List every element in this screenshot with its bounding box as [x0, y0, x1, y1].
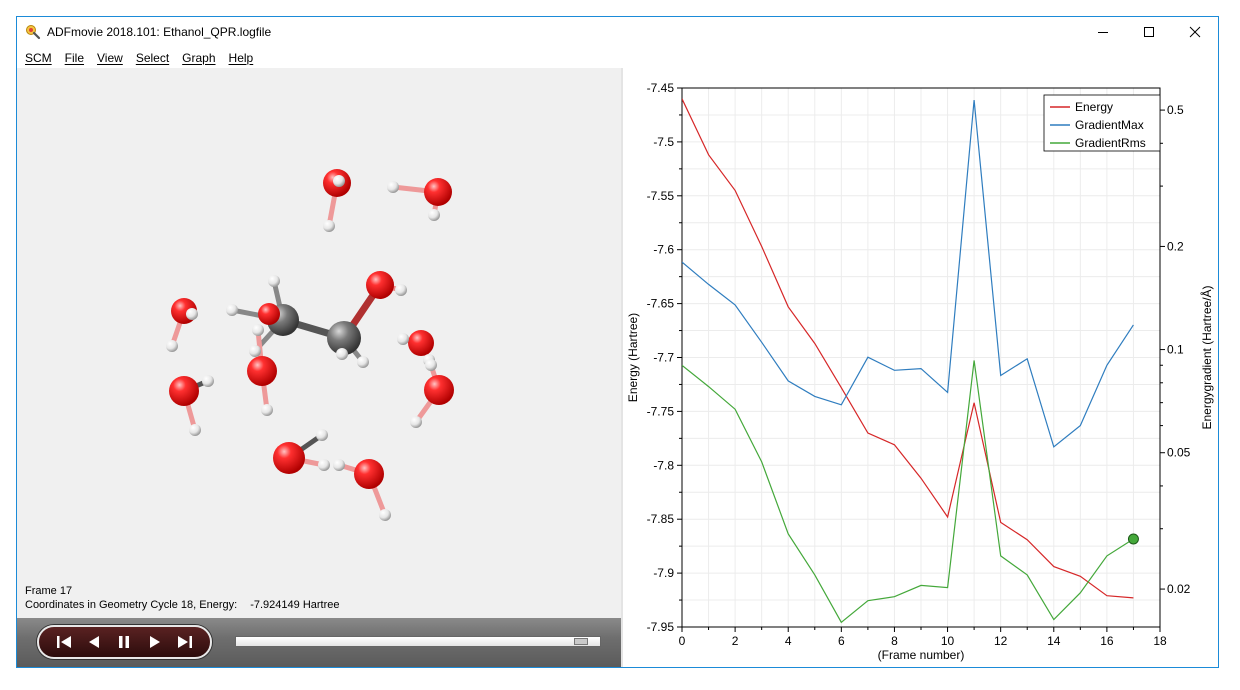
x-tick-label: 12 — [994, 634, 1008, 648]
menu-scm[interactable]: SCM — [25, 51, 52, 65]
menu-select[interactable]: Select — [136, 51, 169, 65]
step-back-button[interactable] — [83, 631, 105, 653]
minimize-icon — [1098, 32, 1108, 33]
y-right-tick-label: 0.2 — [1167, 239, 1184, 253]
frame-label: Frame 17 — [25, 585, 73, 597]
molecule-3d-view[interactable] — [17, 68, 621, 618]
y-left-tick-label: -7.95 — [647, 620, 675, 634]
menu-help[interactable]: Help — [229, 51, 254, 65]
energy-value: -7.924149 Hartree — [250, 599, 340, 611]
y-left-tick-label: -7.9 — [653, 566, 674, 580]
y-right-tick-label: 0.05 — [1167, 446, 1191, 460]
coordinates-info: Coordinates in Geometry Cycle 18, Energy… — [25, 599, 340, 611]
step-forward-button[interactable] — [144, 631, 166, 653]
first-frame-button[interactable] — [53, 631, 75, 653]
energy-gradient-chart[interactable]: 0 2 4 6 8 10 12 14 16 18 -7.45 -7.5 -7.55 -7.6 -7.65 -7… — [623, 68, 1219, 668]
x-axis-label: (Frame number) — [878, 648, 965, 662]
energy-gradient-graph[interactable]: 0 2 4 6 8 10 12 14 16 18 -7.45 -7.5 -7.55 -7.6 -7.65 -7… — [623, 68, 1219, 668]
x-tick-label: 0 — [679, 634, 686, 648]
x-tick-label: 10 — [941, 634, 955, 648]
x-tick-label: 14 — [1047, 634, 1061, 648]
pause-button[interactable] — [113, 631, 135, 653]
molecule-viewer[interactable]: Frame 17 Coordinates in Geometry Cycle 1… — [17, 68, 621, 618]
y-right-tick-label: 0.02 — [1167, 582, 1191, 596]
y-left-tick-label: -7.6 — [653, 243, 674, 257]
y-left-tick-label: -7.65 — [647, 297, 675, 311]
step-forward-icon — [149, 636, 160, 648]
y-right-tick-label: 0.5 — [1167, 103, 1184, 117]
first-frame-icon — [57, 636, 72, 648]
molecule-bonds — [169, 180, 442, 518]
legend-label: GradientMax — [1075, 118, 1144, 132]
playback-bar — [17, 618, 621, 667]
grid-lines — [681, 87, 1161, 628]
app-window: ADFmovie 2018.101: Ethanol_QPR.logfile S… — [16, 16, 1219, 668]
current-frame-marker — [1127, 533, 1139, 545]
y-left-tick-label: -7.75 — [647, 404, 675, 418]
menu-file[interactable]: File — [65, 51, 84, 65]
x-tick-label: 4 — [785, 634, 792, 648]
legend-label: GradientRms — [1075, 136, 1146, 150]
maximize-icon — [1144, 27, 1154, 37]
close-icon — [1189, 26, 1201, 38]
frame-slider-handle[interactable] — [574, 638, 588, 645]
menu-bar: SCM File View Select Graph Help — [17, 47, 1218, 68]
step-back-icon — [89, 636, 100, 648]
menu-graph[interactable]: Graph — [182, 51, 215, 65]
menu-view[interactable]: View — [97, 51, 123, 65]
title-bar[interactable]: ADFmovie 2018.101: Ethanol_QPR.logfile — [17, 17, 1218, 47]
x-tick-label: 6 — [838, 634, 845, 648]
y-left-tick-label: -7.55 — [647, 189, 675, 203]
y-left-tick-label: -7.7 — [653, 351, 674, 365]
pause-icon — [119, 636, 130, 648]
legend-label: Energy — [1075, 100, 1113, 114]
minimize-button[interactable] — [1080, 17, 1126, 47]
x-tick-label: 16 — [1100, 634, 1114, 648]
x-tick-label: 18 — [1153, 634, 1167, 648]
x-tick-label: 2 — [732, 634, 739, 648]
window-title: ADFmovie 2018.101: Ethanol_QPR.logfile — [47, 25, 272, 39]
playback-controls — [37, 625, 212, 659]
last-frame-button[interactable] — [174, 631, 196, 653]
y-right-axis-label: Energygradient (Hartree/Å) — [1199, 285, 1214, 429]
y-left-tick-label: -7.45 — [647, 81, 675, 95]
coordinates-label: Coordinates in Geometry Cycle 18, Energy… — [25, 599, 238, 611]
molecule-atoms — [166, 169, 454, 521]
y-left-tick-label: -7.5 — [653, 135, 674, 149]
y-right-tick-label: 0.1 — [1167, 343, 1184, 357]
legend: Energy GradientMax GradientRms — [1043, 94, 1161, 152]
y-left-tick-label: -7.85 — [647, 512, 675, 526]
adf-app-icon — [26, 25, 41, 40]
y-left-tick-label: -7.8 — [653, 458, 674, 472]
close-button[interactable] — [1172, 17, 1218, 47]
frame-slider[interactable] — [235, 636, 601, 647]
y-left-axis-label: Energy (Hartree) — [626, 313, 640, 402]
x-tick-label: 8 — [891, 634, 898, 648]
last-frame-icon — [177, 636, 192, 648]
maximize-button[interactable] — [1126, 17, 1172, 47]
